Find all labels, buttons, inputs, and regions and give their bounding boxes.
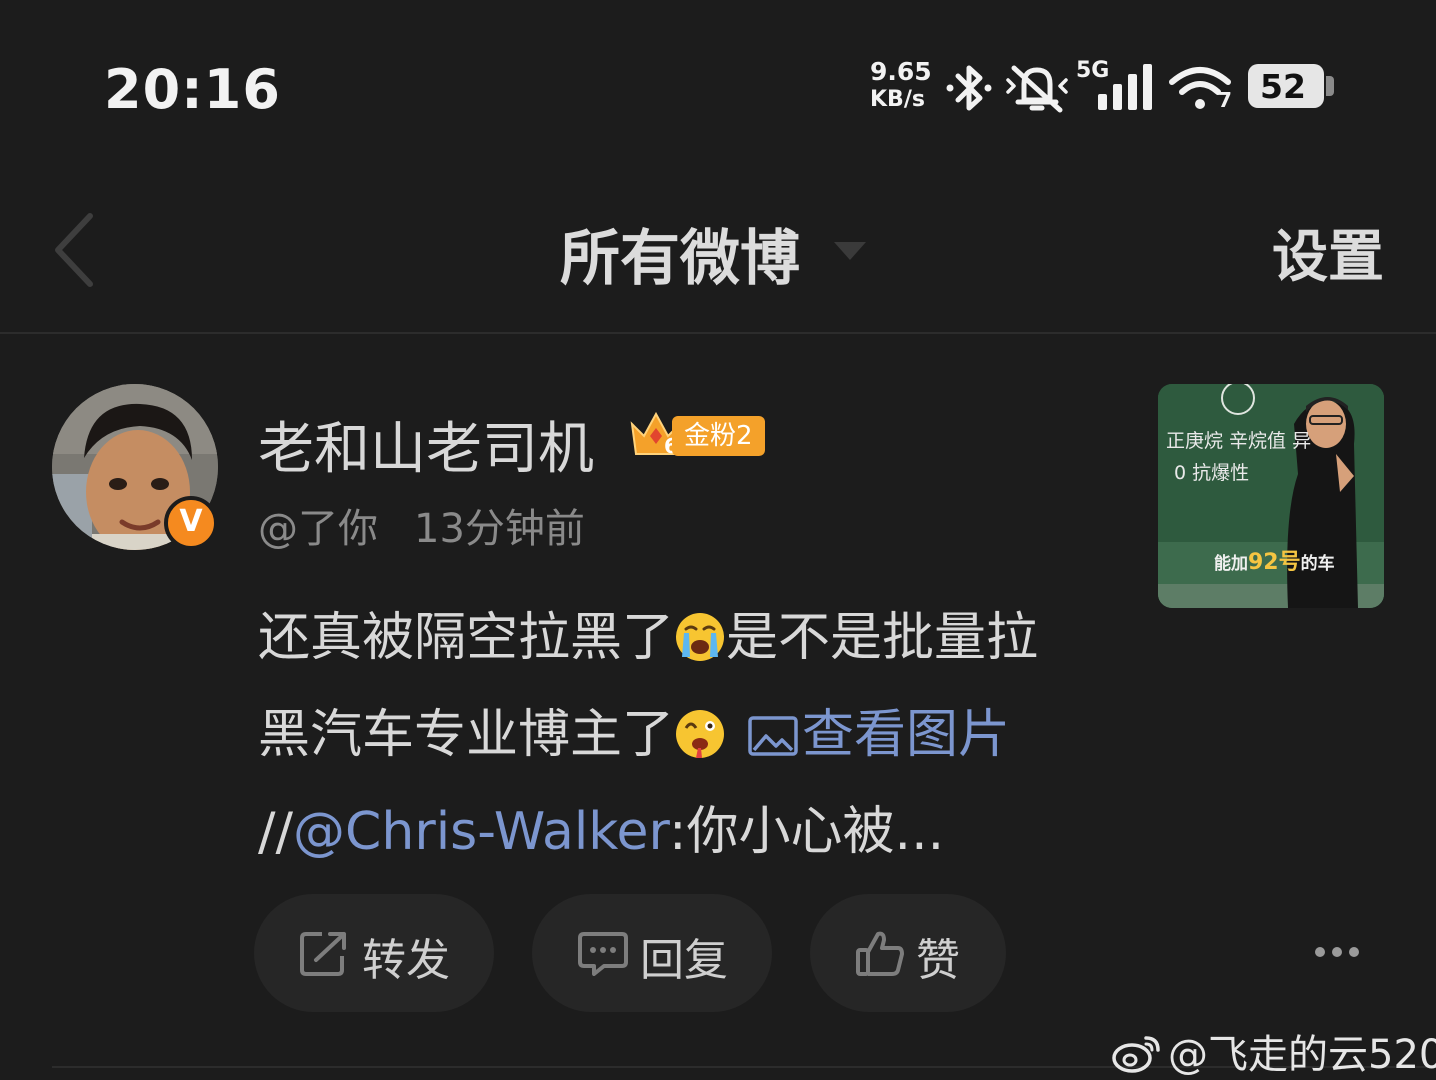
watermark-text: @飞走的云520 <box>1168 1032 1436 1078</box>
thumbnail-board-line1: 正庚烷 辛烷值 异 <box>1166 430 1312 452</box>
post-time: 13分钟前 <box>414 506 585 552</box>
network-speed-unit: KB/s <box>870 87 925 112</box>
comment-label: 回复 <box>640 935 728 986</box>
repost-text: :你小心被... <box>669 802 945 862</box>
share-icon <box>300 932 346 976</box>
image-icon <box>748 716 798 756</box>
view-image-link[interactable]: 查看图片 <box>802 705 1010 765</box>
back-chevron-icon[interactable] <box>52 212 96 288</box>
thumbnail-caption-number: 92号 <box>1248 550 1301 575</box>
fan-badge[interactable]: 6 金粉2 <box>628 410 768 462</box>
watermark: @飞走的云520 <box>1112 1022 1436 1080</box>
page-title-dropdown[interactable]: 所有微博 <box>560 210 800 297</box>
post-text-part1: 还真被隔空拉黑了 <box>258 608 675 668</box>
more-options-icon[interactable] <box>1314 940 1360 964</box>
post-meta: @了你 13分钟前 <box>258 496 585 554</box>
network-speed-value: 9.65 <box>870 57 932 86</box>
drooling-emoji-icon <box>676 710 725 758</box>
verified-badge: V <box>164 496 218 550</box>
repost-button[interactable]: 转发 <box>254 894 494 1012</box>
settings-button[interactable]: 设置 <box>1272 212 1384 293</box>
repost-user-mention[interactable]: @Chris-Walker <box>293 802 669 862</box>
battery-cap <box>1326 76 1334 96</box>
battery-percent: 52 <box>1260 67 1306 106</box>
author-handle: @了你 <box>258 506 378 552</box>
status-bar: 20:16 9.65 KB/s 5G 7 52 <box>0 0 1436 170</box>
post-body[interactable]: 还真被隔空拉黑了 是不是批量拉黑汽车专业博主了 查看图片//@Chris-Wal… <box>258 590 1078 881</box>
comment-icon <box>578 932 628 976</box>
status-time: 20:16 <box>104 58 281 121</box>
nav-bar: 所有微博 设置 <box>0 170 1436 334</box>
thumbs-up-icon <box>856 931 904 976</box>
repost-prefix: // <box>258 802 294 862</box>
like-button[interactable]: 赞 <box>810 894 1006 1012</box>
mute-bell-icon <box>1006 65 1068 113</box>
bluetooth-icon <box>946 65 992 111</box>
thumbnail-board-line2: 0 抗爆性 <box>1174 462 1250 484</box>
wifi-label: 7 <box>1218 88 1232 112</box>
caret-down-icon[interactable] <box>832 240 868 262</box>
thumbnail-caption-prefix: 能加 <box>1214 554 1248 574</box>
thumbnail-caption-suffix: 的车 <box>1300 554 1335 574</box>
crying-emoji-icon <box>676 613 725 661</box>
repost-label: 转发 <box>362 935 450 986</box>
network-speed: 9.65 KB/s <box>870 58 940 114</box>
post-thumbnail[interactable]: 正庚烷 辛烷值 异 0 抗爆性 能加92号的车 <box>1158 384 1384 608</box>
thumbnail-caption: 能加92号的车 <box>1214 544 1335 576</box>
comment-button[interactable]: 回复 <box>532 894 772 1012</box>
like-label: 赞 <box>916 935 960 986</box>
signal-strength-icon <box>1098 64 1152 110</box>
fan-badge-label: 金粉2 <box>672 416 765 456</box>
author-name[interactable]: 老和山老司机 <box>258 404 594 485</box>
weibo-logo-icon <box>1112 1036 1160 1073</box>
battery-indicator: 52 <box>1248 64 1324 108</box>
